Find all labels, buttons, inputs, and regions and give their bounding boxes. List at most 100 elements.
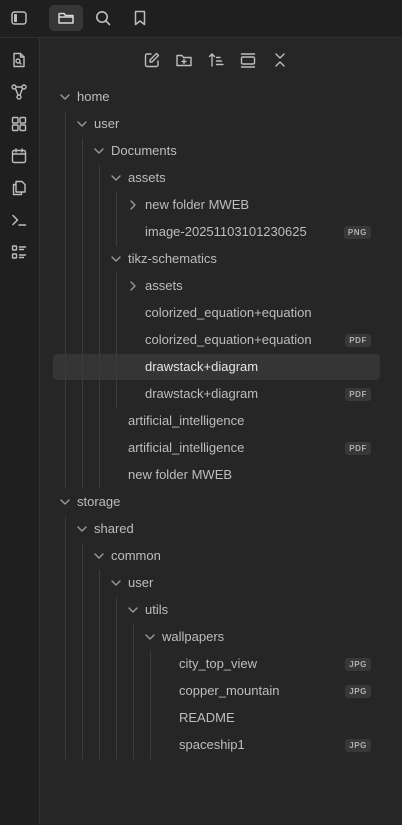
tree-folder-item[interactable]: tikz-schematics: [53, 246, 380, 272]
tree-folder-item[interactable]: shared: [53, 516, 380, 542]
tree-file-item[interactable]: colorized_equation+equation PDF: [53, 327, 380, 353]
tree-folder-item[interactable]: new folder MWEB: [53, 192, 380, 218]
indent-guide: [99, 570, 100, 759]
chevron-down-icon[interactable]: [92, 549, 106, 563]
tree-file-item[interactable]: spaceship1 JPG: [53, 732, 380, 758]
new-folder-icon: [176, 54, 192, 67]
tree-folder-item[interactable]: user: [53, 111, 380, 137]
tree-folder-item[interactable]: assets: [53, 165, 380, 191]
calendar-icon: [11, 148, 27, 164]
search-icon: [96, 11, 111, 26]
tree-folder-item[interactable]: user: [53, 570, 380, 596]
tree-item-label: copper_mountain: [179, 683, 280, 698]
copy-files-icon: [12, 180, 26, 196]
tree-folder-item[interactable]: storage: [53, 489, 380, 515]
indent-guide: [82, 138, 83, 489]
tree-file-item[interactable]: drawstack+diagram: [53, 354, 380, 380]
tree-item-label: new folder MWEB: [145, 197, 250, 212]
tree-item-label: colorized_equation+equation: [145, 332, 312, 347]
tree-file-item[interactable]: colorized_equation+equation: [53, 300, 380, 326]
top-bar: [0, 0, 402, 38]
quick-switcher-button[interactable]: [7, 48, 31, 72]
tree-file-item[interactable]: artificial_intelligence PDF: [53, 435, 380, 461]
tasks-button[interactable]: [7, 240, 31, 264]
file-search-icon: [13, 52, 25, 68]
chevron-down-icon[interactable]: [109, 576, 123, 590]
bookmark-icon: [134, 10, 146, 26]
tree-item-label: artificial_intelligence: [128, 413, 245, 428]
file-extension-badge: PNG: [343, 226, 371, 239]
tree-item-label: artificial_intelligence: [128, 440, 245, 455]
chevron-down-icon[interactable]: [143, 630, 157, 644]
search-tab-button[interactable]: [86, 5, 120, 31]
graph-icon: [11, 84, 27, 100]
files-tab-button[interactable]: [49, 5, 83, 31]
sidebar-toggle-icon: [11, 11, 27, 25]
tree-item-label: drawstack+diagram: [145, 359, 259, 374]
chevron-down-icon[interactable]: [109, 171, 123, 185]
tree-folder-item[interactable]: wallpapers: [53, 624, 380, 650]
tree-folder-item[interactable]: assets: [53, 273, 380, 299]
tree-item-label: spaceship1: [179, 737, 245, 752]
new-note-button[interactable]: [140, 49, 164, 71]
tree-item-label: assets: [128, 170, 166, 185]
graph-view-button[interactable]: [7, 80, 31, 104]
tree-file-item[interactable]: image-20251103101230625 PNG: [53, 219, 380, 245]
tree-file-item[interactable]: copper_mountain JPG: [53, 678, 380, 704]
tree-file-item[interactable]: README: [53, 705, 380, 731]
indent-guide: [116, 273, 117, 408]
file-extension-badge: PDF: [345, 334, 371, 347]
canvas-button[interactable]: [7, 112, 31, 136]
sort-button[interactable]: [204, 49, 228, 71]
tree-item-label: Documents: [111, 143, 177, 158]
new-folder-button[interactable]: [172, 49, 196, 71]
tree-item-label: user: [94, 116, 120, 131]
chevron-down-icon[interactable]: [75, 117, 89, 131]
sort-icon: [208, 53, 224, 67]
chevron-down-icon[interactable]: [126, 603, 140, 617]
bookmarks-tab-button[interactable]: [123, 5, 157, 31]
tree-file-item[interactable]: new folder MWEB: [53, 462, 380, 488]
file-extension-badge: PDF: [345, 442, 371, 455]
chevron-right-icon[interactable]: [126, 198, 140, 212]
tree-item-label: README: [179, 710, 235, 725]
file-explorer-toolbar: [40, 38, 402, 82]
tree-file-item[interactable]: city_top_view JPG: [53, 651, 380, 677]
checklist-icon: [11, 245, 27, 259]
command-palette-button[interactable]: [7, 208, 31, 232]
sidebar-toggle-button[interactable]: [2, 5, 36, 31]
folder-icon: [58, 12, 74, 24]
chevron-down-icon[interactable]: [75, 522, 89, 536]
chevron-down-icon[interactable]: [58, 495, 72, 509]
indent-guide: [65, 516, 66, 759]
tree-folder-item[interactable]: common: [53, 543, 380, 569]
indent-guide: [65, 111, 66, 489]
templates-button[interactable]: [7, 176, 31, 200]
tree-folder-item[interactable]: Documents: [53, 138, 380, 164]
tree-item-label: storage: [77, 494, 121, 509]
tree-folder-item[interactable]: utils: [53, 597, 380, 623]
tree-item-label: home: [77, 89, 110, 104]
file-extension-badge: JPG: [345, 658, 371, 671]
daily-note-button[interactable]: [7, 144, 31, 168]
tree-item-label: tikz-schematics: [128, 251, 217, 266]
auto-reveal-icon: [240, 53, 256, 68]
tree-item-label: drawstack+diagram: [145, 386, 259, 401]
tree-file-item[interactable]: artificial_intelligence: [53, 408, 380, 434]
tree-file-item[interactable]: drawstack+diagram PDF: [53, 381, 380, 407]
indent-guide: [150, 651, 151, 759]
chevron-down-icon[interactable]: [109, 252, 123, 266]
file-extension-badge: PDF: [345, 388, 371, 401]
tree-folder-item[interactable]: home: [53, 84, 380, 110]
auto-reveal-button[interactable]: [236, 49, 260, 71]
chevron-right-icon[interactable]: [126, 279, 140, 293]
collapse-all-button[interactable]: [268, 49, 292, 71]
chevron-down-icon[interactable]: [92, 144, 106, 158]
indent-guide: [116, 192, 117, 246]
tree-item-label: assets: [145, 278, 183, 293]
chevron-down-icon[interactable]: [58, 90, 72, 104]
tree-item-label: city_top_view: [179, 656, 258, 671]
tree-item-label: common: [111, 548, 161, 563]
tree-item-label: colorized_equation+equation: [145, 305, 312, 320]
tree-item-label: wallpapers: [162, 629, 225, 644]
